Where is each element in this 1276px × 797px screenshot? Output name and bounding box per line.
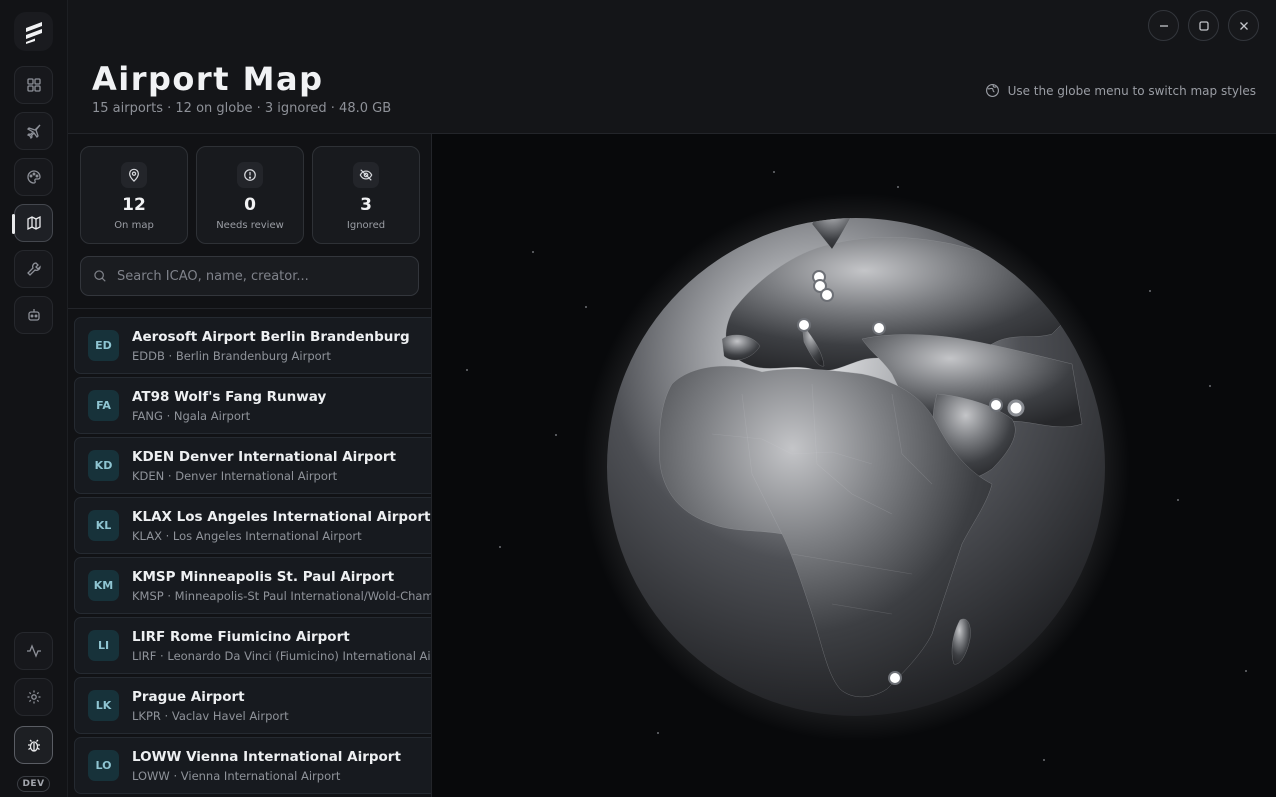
icao-badge: KL xyxy=(88,510,119,541)
window-controls xyxy=(1148,10,1259,41)
airport-subtitle: LIRF · Leonardo Da Vinci (Fiumicino) Int… xyxy=(132,649,432,663)
airport-marker[interactable] xyxy=(872,321,886,335)
page-header: Airport Map 15 airports · 12 on globe · … xyxy=(68,0,1276,134)
eye-off-icon xyxy=(359,169,373,181)
sidebar-item-debug[interactable] xyxy=(14,726,53,764)
dev-badge: DEV xyxy=(17,776,50,792)
airport-subtitle: FANG · Ngala Airport xyxy=(132,409,251,423)
stat-value: 3 xyxy=(360,195,372,215)
app-logo[interactable] xyxy=(14,12,53,51)
alert-circle-icon xyxy=(244,169,256,181)
stat-value: 0 xyxy=(244,195,256,215)
close-button[interactable] xyxy=(1228,10,1259,41)
robot-icon xyxy=(27,309,40,321)
airport-marker[interactable] xyxy=(820,288,834,302)
sidebar-item-flights[interactable] xyxy=(14,112,53,150)
minimize-icon xyxy=(1159,24,1168,27)
airport-subtitle: KMSP · Minneapolis-St Paul International… xyxy=(132,589,431,603)
app-window: DEV Airport Map 15 airports · 12 on glob… xyxy=(0,0,1276,797)
maximize-icon xyxy=(1198,20,1209,31)
hint-text: Use the globe menu to switch map styles xyxy=(1007,83,1256,98)
icao-badge: LO xyxy=(88,750,119,781)
sidebar-item-themes[interactable] xyxy=(14,158,53,196)
airport-row[interactable]: KM KMSP Minneapolis St. Paul Airport KMS… xyxy=(74,557,431,614)
sidebar: DEV xyxy=(0,0,68,797)
airport-row[interactable]: FA AT98 Wolf's Fang Runway FANG · Ngala … xyxy=(74,377,431,434)
sidebar-item-activity[interactable] xyxy=(14,632,53,670)
icao-badge: LK xyxy=(88,690,119,721)
globe-map[interactable] xyxy=(432,134,1276,797)
grid-icon xyxy=(26,78,41,92)
airport-marker[interactable] xyxy=(797,318,811,332)
minimize-button[interactable] xyxy=(1148,10,1179,41)
airport-title: Aerosoft Airport Berlin Brandenburg xyxy=(132,329,410,345)
map-pin-icon xyxy=(129,168,139,182)
map-icon xyxy=(26,215,41,231)
map-style-hint: Use the globe menu to switch map styles xyxy=(985,83,1256,98)
airport-subtitle: KLAX · Los Angeles International Airport xyxy=(132,529,362,543)
airport-marker[interactable] xyxy=(888,671,902,685)
search-box[interactable] xyxy=(80,256,419,296)
logo-icon xyxy=(25,21,42,44)
divider xyxy=(68,308,431,309)
close-icon xyxy=(1239,21,1248,30)
stats-row: 12 On map 0 Needs review 3 Ignored xyxy=(80,146,420,244)
airport-list: ED Aerosoft Airport Berlin Brandenburg E… xyxy=(74,317,432,797)
sidebar-item-assistant[interactable] xyxy=(14,296,53,334)
stat-value: 12 xyxy=(122,195,146,215)
airport-row[interactable]: KL KLAX Los Angeles International Airpor… xyxy=(74,497,431,554)
page-title: Airport Map xyxy=(92,60,324,98)
maximize-button[interactable] xyxy=(1188,10,1219,41)
stat-label: On map xyxy=(114,220,154,231)
airport-row[interactable]: LK Prague Airport LKPR · Vaclav Havel Ai… xyxy=(74,677,431,734)
airport-row[interactable]: LO LOWW Vienna International Airport LOW… xyxy=(74,737,431,794)
icao-badge: LI xyxy=(88,630,119,661)
stat-on-map[interactable]: 12 On map xyxy=(80,146,188,244)
stat-label: Needs review xyxy=(216,220,284,231)
search-input[interactable] xyxy=(117,268,418,284)
airport-row[interactable]: ED Aerosoft Airport Berlin Brandenburg E… xyxy=(74,317,431,374)
airport-title: KMSP Minneapolis St. Paul Airport xyxy=(132,569,395,585)
page-subtitle: 15 airports · 12 on globe · 3 ignored · … xyxy=(92,101,392,116)
palette-icon xyxy=(26,170,41,184)
gear-icon xyxy=(27,690,40,704)
stat-ignored[interactable]: 3 Ignored xyxy=(312,146,420,244)
airport-title: KLAX Los Angeles International Airport xyxy=(132,509,431,525)
airport-title: LIRF Rome Fiumicino Airport xyxy=(132,629,350,645)
airport-subtitle: LKPR · Vaclav Havel Airport xyxy=(132,709,289,723)
airport-title: Prague Airport xyxy=(132,689,245,705)
airport-title: LOWW Vienna International Airport xyxy=(132,749,401,765)
plane-icon xyxy=(26,124,41,139)
sidebar-item-tools[interactable] xyxy=(14,250,53,288)
airport-marker[interactable] xyxy=(989,398,1003,412)
airport-subtitle: KDEN · Denver International Airport xyxy=(132,469,338,483)
wrench-icon xyxy=(26,262,41,276)
sidebar-item-map[interactable] xyxy=(12,204,53,242)
sidebar-item-settings[interactable] xyxy=(14,678,53,716)
airport-marker[interactable] xyxy=(1007,399,1025,417)
search-icon xyxy=(94,270,106,282)
airport-row[interactable]: LI LIRF Rome Fiumicino Airport LIRF · Le… xyxy=(74,617,432,674)
airport-row[interactable]: KD KDEN Denver International Airport KDE… xyxy=(74,437,431,494)
globe-icon xyxy=(985,84,999,97)
icao-badge: ED xyxy=(88,330,119,361)
airport-panel: 12 On map 0 Needs review 3 Ignored Searc… xyxy=(68,134,432,797)
stat-label: Ignored xyxy=(346,220,386,231)
activity-icon xyxy=(26,644,41,658)
globe-canvas[interactable] xyxy=(432,134,1276,797)
icao-badge: FA xyxy=(88,390,119,421)
stat-needs-review[interactable]: 0 Needs review xyxy=(196,146,304,244)
airport-title: KDEN Denver International Airport xyxy=(132,449,396,465)
airport-title: AT98 Wolf's Fang Runway xyxy=(132,389,327,405)
airport-subtitle: EDDB · Berlin Brandenburg Airport xyxy=(132,349,331,363)
icao-badge: KD xyxy=(88,450,119,481)
icao-badge: KM xyxy=(88,570,119,601)
airport-subtitle: LOWW · Vienna International Airport xyxy=(132,769,341,783)
bug-icon xyxy=(27,739,40,752)
sidebar-item-dashboard[interactable] xyxy=(14,66,53,104)
